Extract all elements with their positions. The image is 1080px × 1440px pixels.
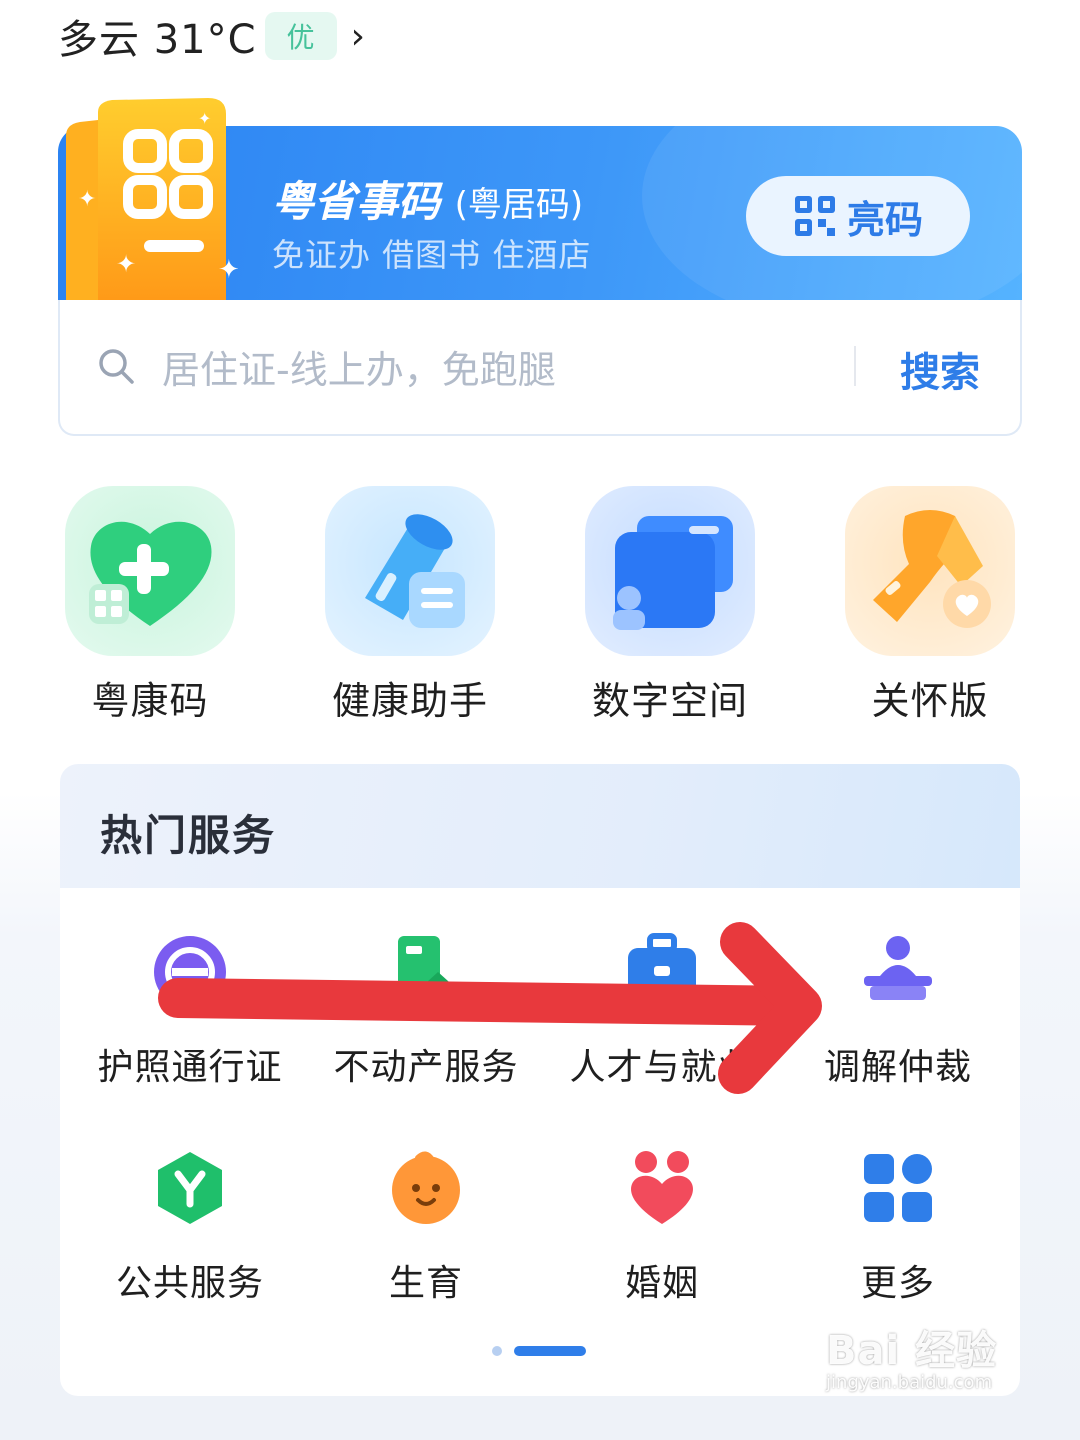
watermark-logo: Bai 经验 (826, 1328, 998, 1374)
service-more[interactable]: 更多 (778, 1148, 1018, 1306)
quick-app-digital-space[interactable]: 数字空间 (540, 486, 800, 725)
quick-app-label: 健康助手 (331, 679, 488, 723)
show-code-label: 亮码 (846, 197, 923, 242)
service-label: 不动产服务 (333, 1047, 519, 1088)
service-label: 更多 (860, 1263, 935, 1304)
quick-app-yue-kang-code[interactable]: 粤康码 (20, 486, 280, 725)
page-dot (492, 1346, 502, 1356)
card-title-sub: (粤居码) (454, 185, 584, 225)
hot-services-header: 热门服务 (60, 764, 1020, 888)
air-quality-badge: 优 (264, 12, 337, 60)
quick-app-label: 粤康码 (91, 679, 209, 723)
real-estate-icon (398, 936, 458, 1008)
quick-apps: 粤康码 健康助手 数字空间 关怀版 (0, 486, 1080, 726)
service-childbirth[interactable]: 生育 (306, 1148, 546, 1306)
page-indicator (492, 1346, 586, 1356)
service-label: 护照通行证 (97, 1047, 283, 1088)
svg-text:✦: ✦ (218, 255, 238, 285)
watermark-url: jingyan.baidu.com (826, 1372, 993, 1393)
baidu-jingyan-watermark: Bai 经验 jingyan.baidu.com (826, 1318, 997, 1393)
weather-text: 多云 31°C (58, 17, 257, 63)
quick-app-care-version[interactable]: 关怀版 (800, 486, 1060, 725)
weather-bar[interactable]: 多云 31°C 优 › (58, 8, 365, 64)
yue-code-logo-icon: ✦ ✦ ✦ ✦ (66, 98, 238, 300)
service-label: 公共服务 (115, 1263, 264, 1304)
briefcase-icon (628, 933, 696, 1004)
service-label: 生育 (388, 1263, 463, 1304)
passport-icon (154, 936, 226, 1008)
page-dot-active (514, 1346, 586, 1356)
baby-icon (392, 1151, 460, 1224)
service-real-estate[interactable]: 不动产服务 (306, 932, 546, 1090)
service-talent-employment[interactable]: 人才与就业 (542, 932, 782, 1090)
svg-text:✦: ✦ (78, 187, 96, 212)
search-icon (99, 349, 134, 384)
marriage-heart-icon (631, 1151, 693, 1224)
chevron-right-icon: › (350, 15, 365, 57)
search-input[interactable] (160, 340, 824, 400)
qr-code-icon (794, 196, 835, 236)
more-grid-icon (864, 1154, 932, 1222)
service-public-service[interactable]: 公共服务 (70, 1148, 310, 1306)
hot-services-title: 热门服务 (100, 811, 277, 860)
mediation-icon (864, 936, 932, 1000)
card-title-main: 粤省事码 (272, 177, 441, 226)
search-bar: 搜索 (58, 300, 1022, 436)
public-service-icon (158, 1152, 222, 1224)
quick-app-label: 数字空间 (591, 679, 748, 723)
hot-services-card: 热门服务 护照通行证 不动产服务 人才与就业 调解仲裁 公共服务 生育 婚姻 更… (60, 764, 1020, 1396)
svg-text:✦: ✦ (198, 109, 211, 128)
care-ribbon-icon (845, 486, 1015, 656)
quick-app-label: 关怀版 (871, 679, 989, 723)
service-passport[interactable]: 护照通行证 (70, 932, 310, 1090)
service-marriage[interactable]: 婚姻 (542, 1148, 782, 1306)
quick-app-health-assistant[interactable]: 健康助手 (280, 486, 540, 725)
service-label: 婚姻 (624, 1263, 699, 1304)
service-mediation-arbitration[interactable]: 调解仲裁 (778, 932, 1018, 1090)
svg-text:✦: ✦ (116, 250, 136, 278)
show-code-button[interactable]: 亮码 (746, 176, 970, 256)
health-assistant-icon (325, 486, 495, 656)
health-code-heart-icon (65, 486, 235, 656)
search-button[interactable]: 搜索 (900, 340, 980, 398)
service-label: 人才与就业 (569, 1047, 755, 1088)
search-divider (854, 346, 856, 386)
service-label: 调解仲裁 (823, 1047, 972, 1088)
card-title: 粤省事码 (粤居码) (272, 168, 583, 229)
card-subtitle: 免证办 借图书 住酒店 (272, 236, 592, 274)
digital-space-wallet-icon (585, 486, 755, 656)
